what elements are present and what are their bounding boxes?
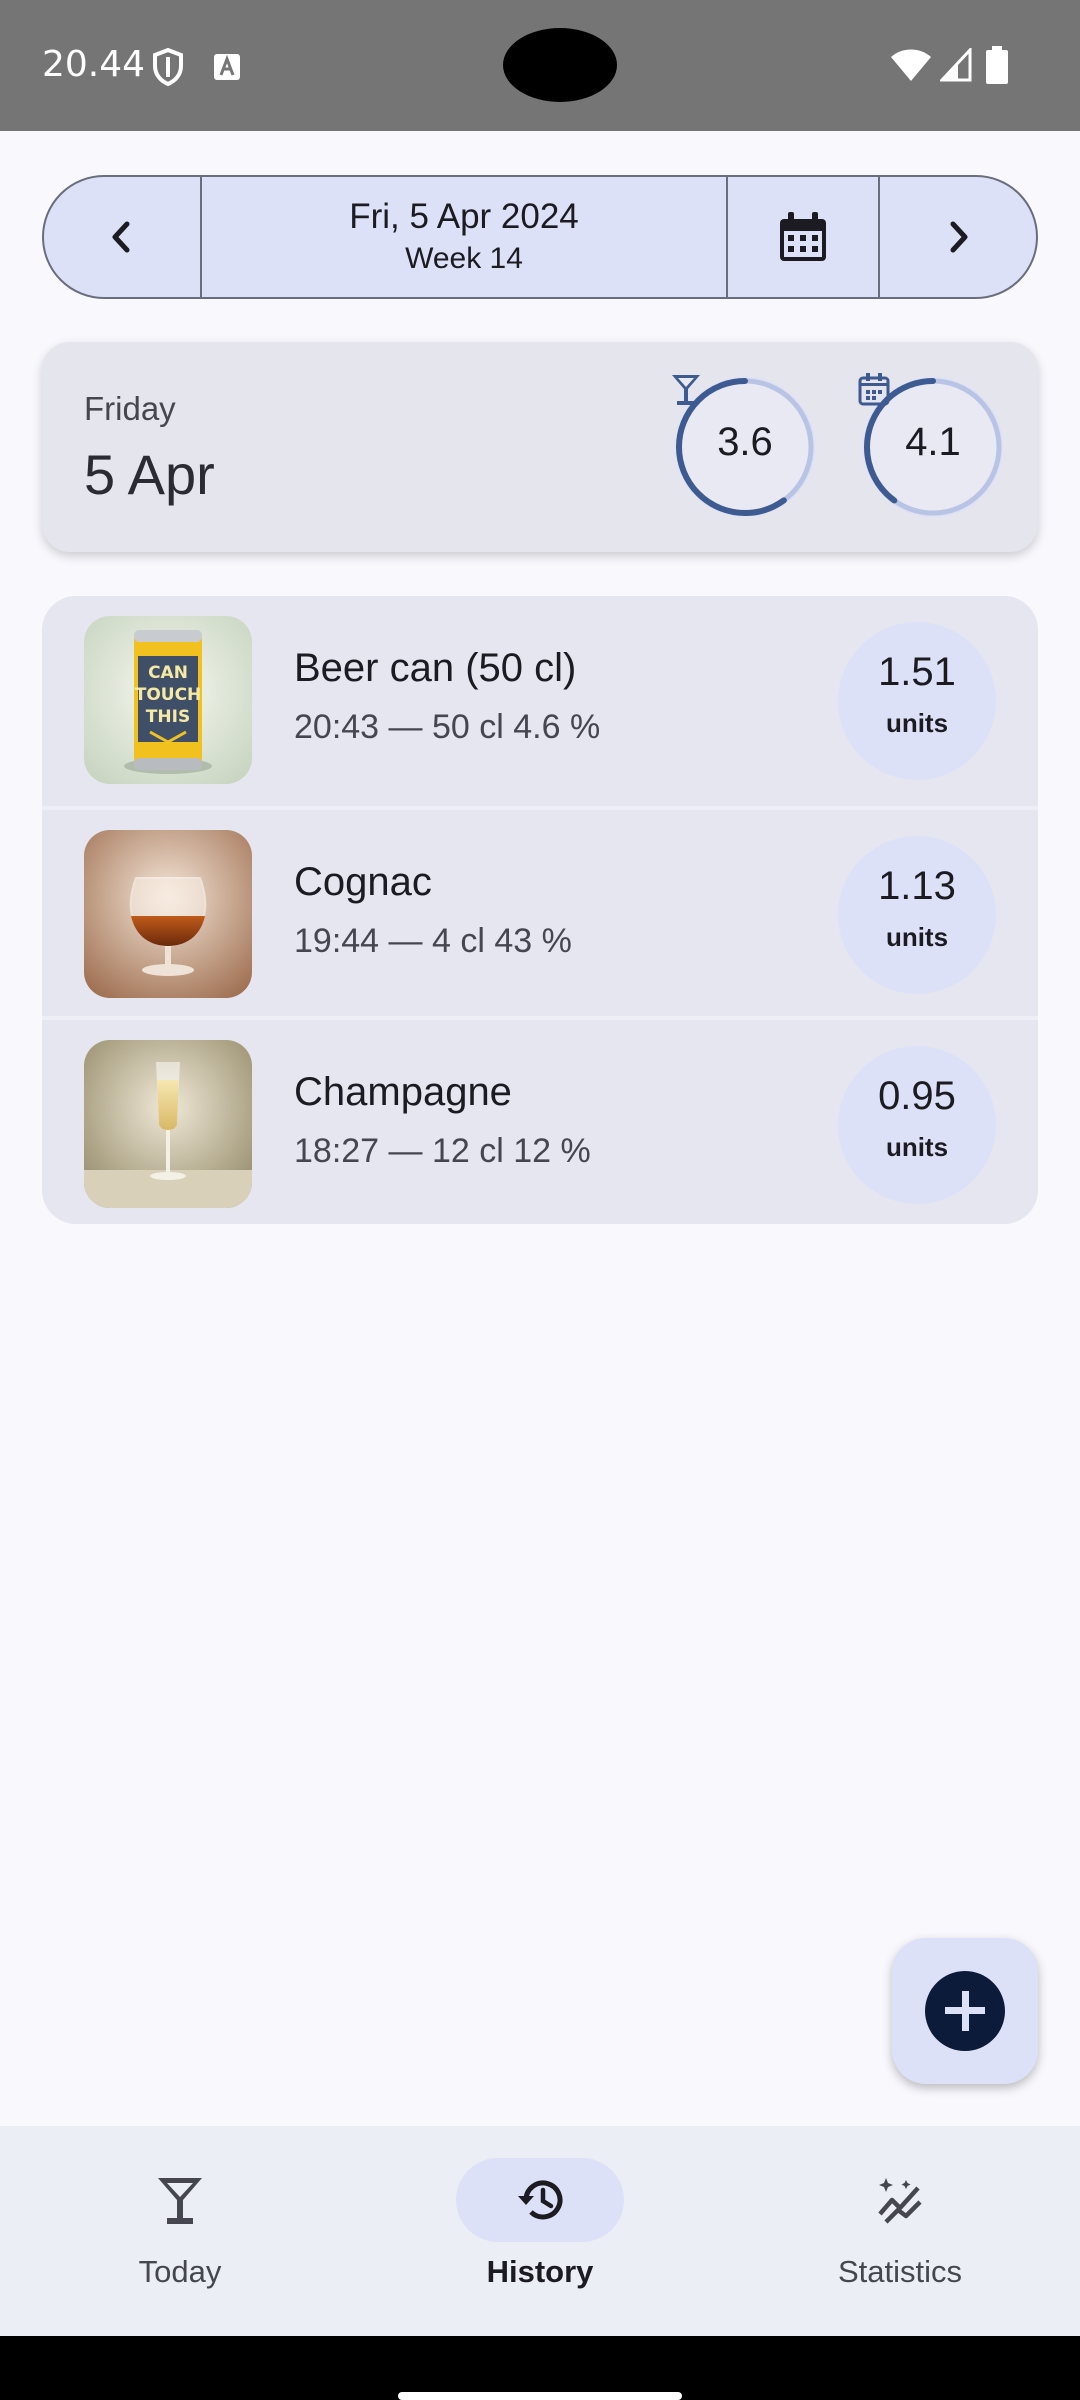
wifi-icon (891, 49, 931, 81)
nav-statistics[interactable]: Statistics (720, 2126, 1080, 2336)
can-text-line: CAN (148, 663, 188, 683)
drink-name: Cognac (294, 860, 432, 904)
chevron-right-icon (950, 221, 968, 253)
history-icon (518, 2180, 563, 2220)
calendar-icon (780, 212, 826, 261)
day-units-value: 3.6 (717, 420, 773, 464)
signal-icon (940, 48, 972, 82)
nav-today-label: Today (138, 2254, 222, 2289)
nav-history-label: History (486, 2254, 594, 2289)
units-badge: 0.95 units (838, 1046, 996, 1204)
units-value: 1.51 (878, 650, 956, 694)
calendar-icon (858, 373, 890, 406)
units-label: units (885, 708, 949, 738)
day-units-ring: 3.6 (670, 372, 820, 522)
status-time: 20.44 (42, 44, 146, 85)
units-label: units (885, 922, 949, 952)
nav-today[interactable]: Today (0, 2126, 360, 2336)
home-gesture-handle[interactable] (398, 2392, 682, 2400)
battery-icon (986, 46, 1008, 84)
drink-detail: 20:43 — 50 cl 4.6 % (294, 708, 601, 746)
summary-date: 5 Apr (84, 443, 215, 506)
camera-cutout (503, 28, 617, 102)
drink-detail: 18:27 — 12 cl 12 % (294, 1132, 591, 1170)
add-drink-button[interactable] (892, 1938, 1038, 2084)
nav-statistics-label: Statistics (837, 2254, 963, 2289)
next-day-button[interactable] (880, 177, 1036, 297)
gesture-bar-area (0, 2336, 1080, 2400)
units-value: 1.13 (878, 864, 956, 908)
status-bar: 20.44 (0, 0, 1080, 131)
date-label: Fri, 5 Apr 2024 (349, 197, 579, 236)
bottom-navigation: Today History Statistics (0, 2126, 1080, 2336)
week-units-value: 4.1 (905, 420, 961, 464)
date-navigator: Fri, 5 Apr 2024 Week 14 (42, 175, 1038, 299)
cognac-glass-image (84, 830, 252, 998)
text-input-icon (214, 54, 240, 80)
summary-weekday: Friday (84, 390, 176, 427)
drink-name: Champagne (294, 1070, 512, 1114)
previous-day-button[interactable] (44, 177, 202, 297)
plus-icon (925, 1971, 1005, 2051)
drinks-list: CAN TOUCH THIS Beer can (50 cl) 20:43 — … (42, 596, 1038, 1224)
units-badge: 1.13 units (838, 836, 996, 994)
drink-item[interactable]: Cognac 19:44 — 4 cl 43 % 1.13 units (42, 806, 1038, 1016)
can-text-line: THIS (146, 707, 190, 727)
week-label: Week 14 (405, 242, 523, 275)
cocktail-glass-icon (158, 2178, 202, 2224)
units-badge: 1.51 units (838, 622, 996, 780)
date-display-button[interactable]: Fri, 5 Apr 2024 Week 14 (202, 177, 728, 297)
drink-item[interactable]: CAN TOUCH THIS Beer can (50 cl) 20:43 — … (42, 596, 1038, 806)
beer-can-image: CAN TOUCH THIS (84, 616, 252, 784)
chevron-left-icon (112, 221, 130, 253)
shield-icon (153, 48, 183, 86)
day-summary-card[interactable]: Friday 5 Apr 3.6 4.1 (42, 342, 1038, 552)
nav-history[interactable]: History (360, 2126, 720, 2336)
calendar-button[interactable] (728, 177, 880, 297)
champagne-flute-image (84, 1040, 252, 1208)
drink-name: Beer can (50 cl) (294, 646, 577, 690)
week-units-ring: 4.1 (858, 372, 1008, 522)
cocktail-glass-icon (672, 375, 700, 405)
units-label: units (885, 1132, 949, 1162)
drink-item[interactable]: Champagne 18:27 — 12 cl 12 % 0.95 units (42, 1016, 1038, 1224)
statistics-icon (878, 2178, 922, 2224)
can-text-line: TOUCH (135, 685, 202, 705)
drink-detail: 19:44 — 4 cl 43 % (294, 922, 572, 960)
units-value: 0.95 (878, 1074, 956, 1118)
